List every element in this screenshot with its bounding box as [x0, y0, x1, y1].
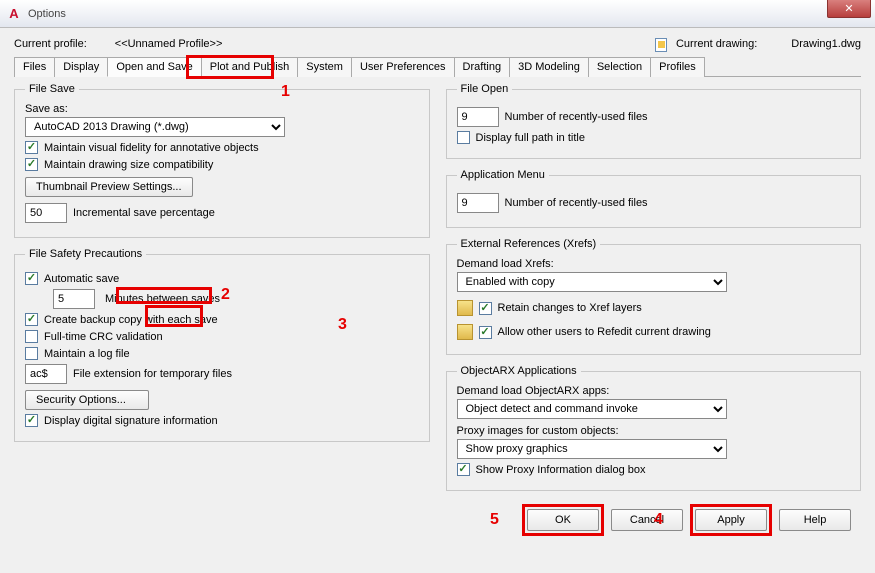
xrefs-demand-select[interactable]: Enabled with copy: [457, 272, 727, 292]
drawing-icon: [654, 36, 670, 52]
file-save-legend: File Save: [25, 83, 79, 95]
save-as-select[interactable]: AutoCAD 2013 Drawing (*.dwg): [25, 117, 285, 137]
allow-checkbox[interactable]: [479, 326, 492, 339]
save-as-label: Save as:: [25, 103, 419, 115]
minutes-label: Minutes between saves: [105, 293, 220, 305]
backup-label: Create backup copy with each save: [44, 314, 218, 326]
apply-button[interactable]: Apply: [695, 509, 767, 531]
file-open-num-input[interactable]: [457, 107, 499, 127]
close-button[interactable]: ✕: [827, 0, 871, 18]
security-button[interactable]: Security Options...: [25, 390, 149, 410]
close-icon: ✕: [844, 2, 853, 15]
xrefs-demand-label: Demand load Xrefs:: [457, 258, 851, 270]
cancel-button[interactable]: Cancel: [611, 509, 683, 531]
incremental-label: Incremental save percentage: [73, 207, 215, 219]
retain-checkbox[interactable]: [479, 302, 492, 315]
crc-checkbox[interactable]: [25, 330, 38, 343]
tab-display[interactable]: Display: [54, 57, 108, 77]
full-path-checkbox[interactable]: [457, 131, 470, 144]
log-label: Maintain a log file: [44, 348, 130, 360]
arx-group: ObjectARX Applications Demand load Objec…: [446, 365, 862, 491]
app-menu-group: Application Menu Number of recently-used…: [446, 169, 862, 228]
file-save-group: File Save Save as: AutoCAD 2013 Drawing …: [14, 83, 430, 238]
drawing-label: Current drawing:: [676, 38, 757, 50]
tab-drafting[interactable]: Drafting: [454, 57, 511, 77]
arx-demand-select[interactable]: Object detect and command invoke: [457, 399, 727, 419]
footer: OK Cancel Apply Help: [0, 505, 875, 539]
title-bar: A Options ✕: [0, 0, 875, 28]
tab-open-and-save[interactable]: Open and Save: [107, 57, 201, 77]
thumbnail-button[interactable]: Thumbnail Preview Settings...: [25, 177, 193, 197]
maintain-visual-checkbox[interactable]: [25, 141, 38, 154]
tabs: FilesDisplayOpen and SavePlot and Publis…: [14, 56, 861, 77]
log-checkbox[interactable]: [25, 347, 38, 360]
tab-files[interactable]: Files: [14, 57, 55, 77]
backup-checkbox[interactable]: [25, 313, 38, 326]
xrefs-legend: External References (Xrefs): [457, 238, 601, 250]
signature-label: Display digital signature information: [44, 415, 218, 427]
arx-legend: ObjectARX Applications: [457, 365, 581, 377]
profile-label: Current profile:: [14, 38, 87, 50]
tab-system[interactable]: System: [297, 57, 352, 77]
signature-checkbox[interactable]: [25, 414, 38, 427]
show-proxy-label: Show Proxy Information dialog box: [476, 464, 646, 476]
xref-retain-icon: [457, 300, 473, 316]
ok-button[interactable]: OK: [527, 509, 599, 531]
ext-label: File extension for temporary files: [73, 368, 232, 380]
window-title: Options: [28, 8, 66, 20]
profile-value: <<Unnamed Profile>>: [115, 38, 223, 50]
minutes-input[interactable]: [53, 289, 95, 309]
retain-label: Retain changes to Xref layers: [498, 302, 642, 314]
profile-row: Current profile: <<Unnamed Profile>> Cur…: [14, 36, 861, 52]
allow-label: Allow other users to Refedit current dra…: [498, 326, 711, 338]
tab-user-preferences[interactable]: User Preferences: [351, 57, 455, 77]
xrefs-group: External References (Xrefs) Demand load …: [446, 238, 862, 355]
file-safety-legend: File Safety Precautions: [25, 248, 146, 260]
ext-input[interactable]: [25, 364, 67, 384]
tab-3d-modeling[interactable]: 3D Modeling: [509, 57, 589, 77]
maintain-visual-label: Maintain visual fidelity for annotative …: [44, 142, 259, 154]
incremental-input[interactable]: [25, 203, 67, 223]
file-open-num-label: Number of recently-used files: [505, 111, 648, 123]
help-button[interactable]: Help: [779, 509, 851, 531]
arx-proxy-select[interactable]: Show proxy graphics: [457, 439, 727, 459]
tab-selection[interactable]: Selection: [588, 57, 651, 77]
app-menu-num-label: Number of recently-used files: [505, 197, 648, 209]
app-menu-legend: Application Menu: [457, 169, 549, 181]
auto-save-checkbox[interactable]: [25, 272, 38, 285]
show-proxy-checkbox[interactable]: [457, 463, 470, 476]
file-safety-group: File Safety Precautions Automatic save M…: [14, 248, 430, 442]
tab-profiles[interactable]: Profiles: [650, 57, 705, 77]
app-menu-num-input[interactable]: [457, 193, 499, 213]
maintain-size-label: Maintain drawing size compatibility: [44, 159, 213, 171]
auto-save-label: Automatic save: [44, 273, 119, 285]
arx-demand-label: Demand load ObjectARX apps:: [457, 385, 851, 397]
file-open-legend: File Open: [457, 83, 513, 95]
maintain-size-checkbox[interactable]: [25, 158, 38, 171]
arx-proxy-label: Proxy images for custom objects:: [457, 425, 851, 437]
drawing-value: Drawing1.dwg: [791, 38, 861, 50]
crc-label: Full-time CRC validation: [44, 331, 163, 343]
file-open-group: File Open Number of recently-used files …: [446, 83, 862, 159]
app-icon: A: [6, 6, 22, 22]
full-path-label: Display full path in title: [476, 132, 585, 144]
tab-plot-and-publish[interactable]: Plot and Publish: [201, 57, 299, 77]
xref-allow-icon: [457, 324, 473, 340]
